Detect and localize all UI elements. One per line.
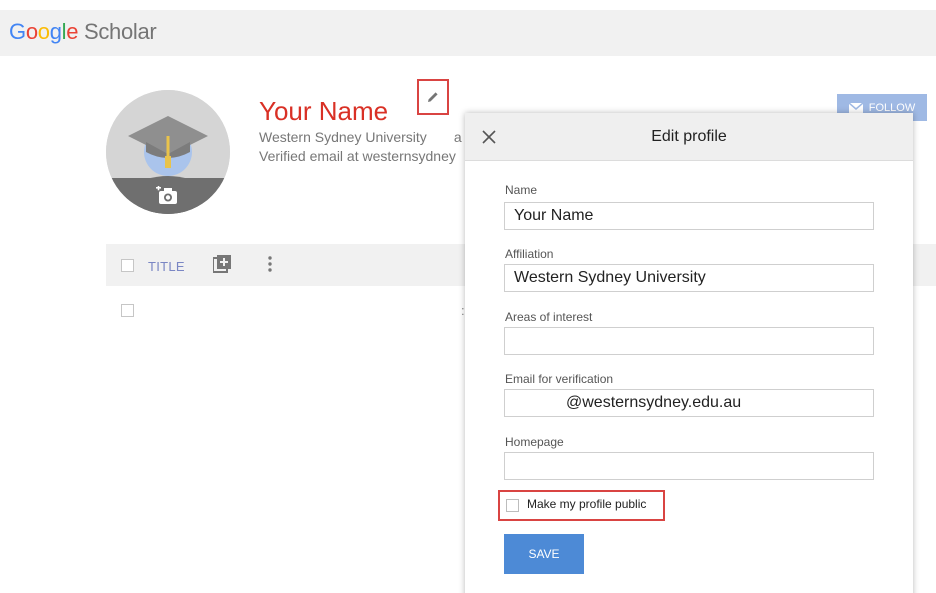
interests-label: Areas of interest [505, 310, 593, 324]
profile-affiliation-tail: a [453, 129, 462, 145]
public-profile-checkbox[interactable] [506, 499, 519, 512]
profile-name: Your Name [259, 96, 389, 126]
select-all-checkbox[interactable] [121, 259, 134, 272]
article-row-checkbox[interactable] [121, 304, 134, 317]
more-vert-icon [268, 256, 272, 272]
more-actions-button[interactable] [268, 256, 272, 277]
edit-profile-dialog: Edit profile Name Affiliation Areas of i… [465, 113, 913, 593]
logo-letter: o [25, 19, 38, 44]
interests-input[interactable] [504, 327, 874, 355]
title-column-header[interactable]: TITLE [148, 259, 185, 274]
public-profile-label[interactable]: Make my profile public [527, 497, 646, 511]
logo-scholar-text: Scholar [78, 19, 157, 44]
articles-table-header-end [913, 244, 936, 286]
name-input[interactable] [504, 202, 874, 230]
profile-affiliation-text: Western Sydney University [259, 129, 427, 145]
dialog-title: Edit profile [651, 128, 727, 145]
mail-icon [848, 102, 863, 113]
pencil-icon [428, 92, 438, 102]
add-article-button[interactable] [212, 255, 231, 278]
top-bar: Google Scholar [0, 10, 936, 56]
profile-avatar[interactable] [106, 90, 230, 214]
edit-profile-button[interactable] [417, 79, 449, 115]
email-input[interactable] [504, 389, 874, 417]
homepage-label: Homepage [505, 435, 564, 449]
homepage-input[interactable] [504, 452, 874, 480]
logo-letter: G [9, 19, 26, 44]
affiliation-input[interactable] [504, 264, 874, 292]
follow-label: FOLLOW [868, 101, 916, 114]
dialog-header: Edit profile [465, 113, 913, 161]
google-scholar-logo[interactable]: Google Scholar [9, 19, 157, 45]
affiliation-label: Affiliation [505, 247, 554, 261]
scholar-page: Google Scholar Your Name Western Sydney … [0, 0, 936, 593]
profile-email: Verified email at westernsydney [259, 148, 456, 164]
logo-letter: g [49, 19, 62, 44]
email-label: Email for verification [505, 372, 614, 386]
logo-letter: o [37, 19, 50, 44]
profile-affiliation: Western Sydney University a [259, 129, 462, 145]
name-label: Name [505, 183, 538, 197]
camera-add-icon [156, 186, 177, 204]
logo-letter: e [66, 19, 79, 44]
add-box-icon [212, 255, 231, 273]
save-button[interactable]: SAVE [504, 534, 584, 574]
